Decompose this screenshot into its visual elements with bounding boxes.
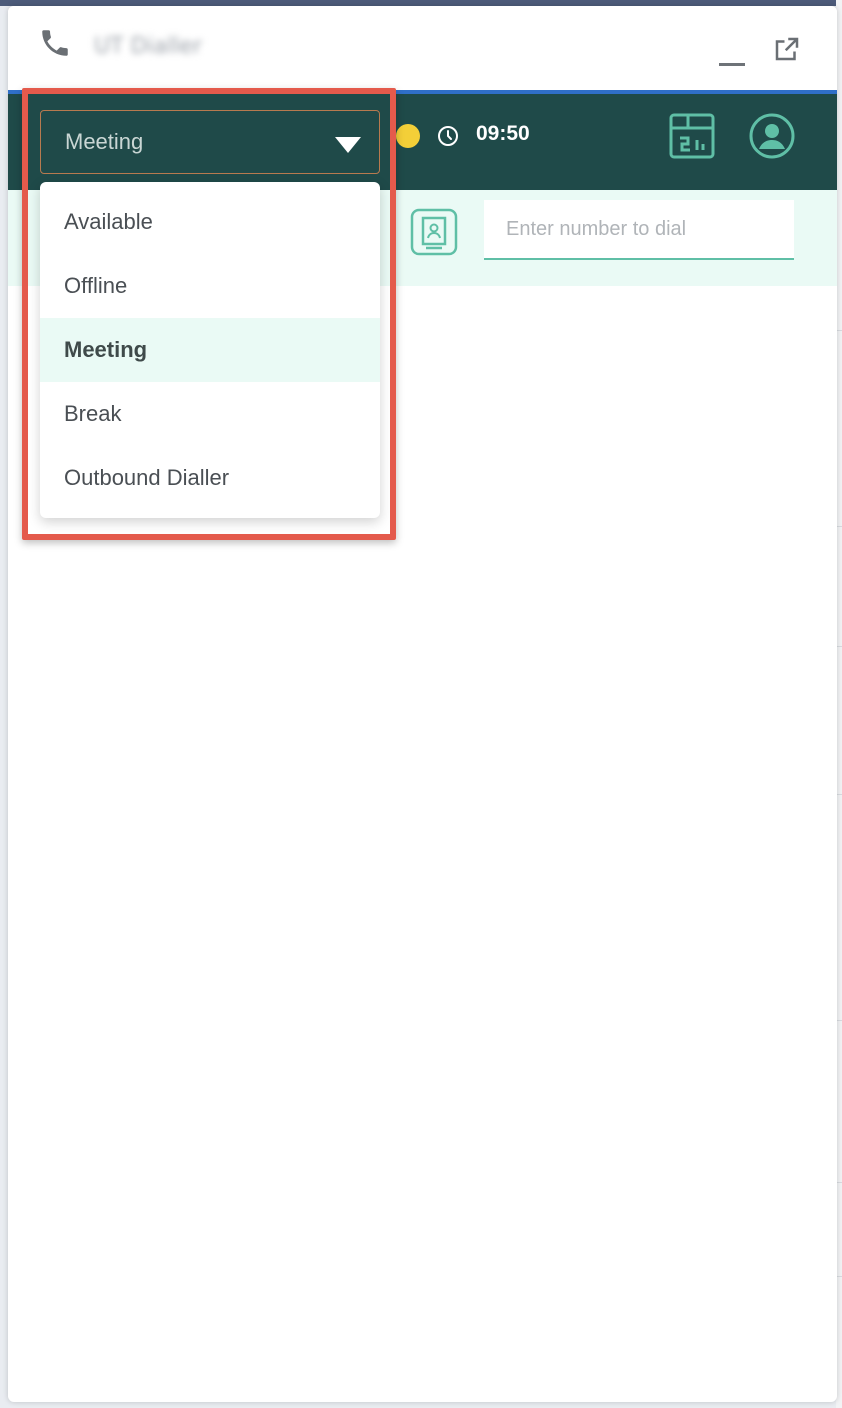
status-select-value: Meeting <box>65 129 144 154</box>
widget-titlebar: UT Dialler <box>8 6 837 90</box>
status-timer: 09:50 <box>476 122 530 145</box>
status-option-outbound-dialler[interactable]: Outbound Dialler <box>40 446 380 510</box>
clock-icon <box>438 126 458 146</box>
phone-icon <box>42 30 68 56</box>
status-option-available[interactable]: Available <box>40 190 380 254</box>
app-title: UT Dialler <box>94 34 202 59</box>
external-link-icon[interactable] <box>772 34 802 64</box>
status-select[interactable]: Meeting <box>40 110 380 174</box>
report-icon[interactable] <box>668 112 716 160</box>
contacts-icon[interactable] <box>410 208 458 256</box>
dial-number-input[interactable] <box>484 200 794 260</box>
status-option-offline[interactable]: Offline <box>40 254 380 318</box>
chevron-down-icon <box>335 137 361 153</box>
status-indicator-dot <box>396 124 420 148</box>
status-menu: Available Offline Meeting Break Outbound… <box>40 182 380 518</box>
status-option-break[interactable]: Break <box>40 382 380 446</box>
minimize-button[interactable] <box>714 40 748 70</box>
status-option-meeting[interactable]: Meeting <box>40 318 380 382</box>
profile-icon[interactable] <box>748 112 796 160</box>
